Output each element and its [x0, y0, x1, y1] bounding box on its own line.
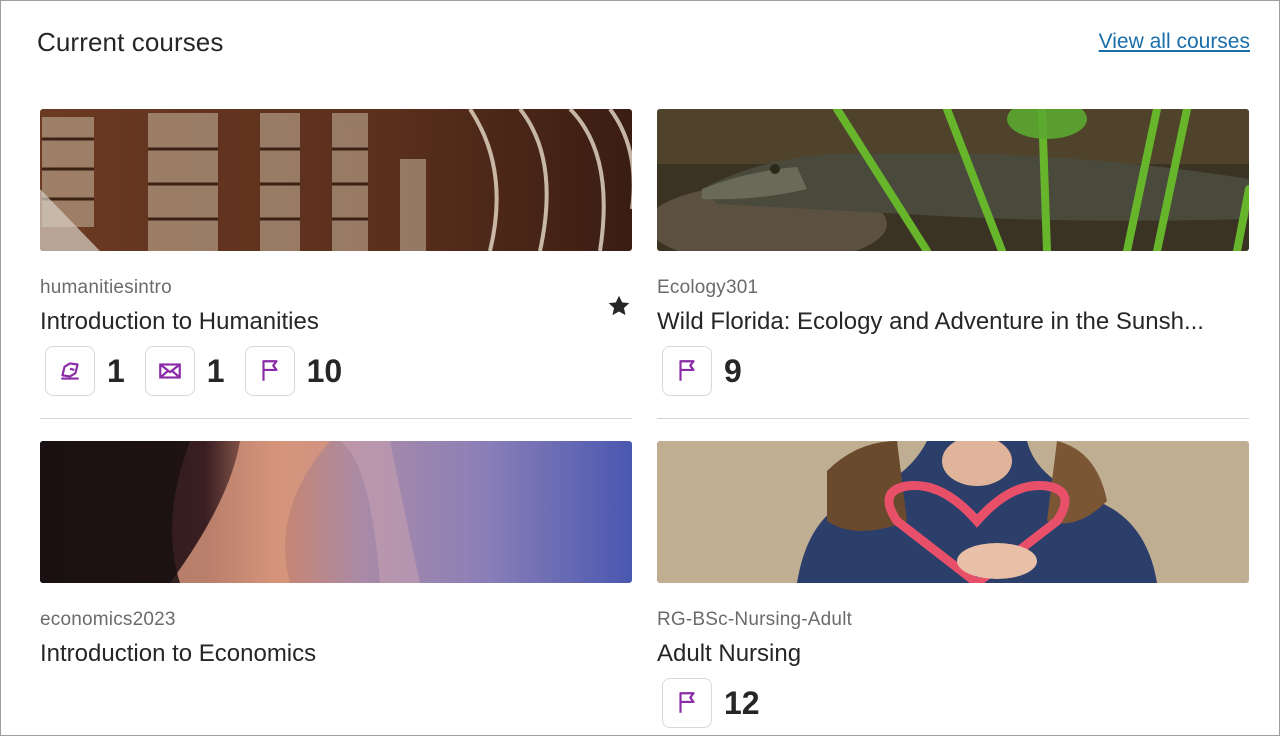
edit-assignment-icon: [45, 346, 95, 396]
course-image-heart[interactable]: [657, 441, 1249, 583]
stat-messages[interactable]: 1: [144, 346, 225, 396]
current-courses-panel: Current courses View all courses humanit…: [0, 0, 1280, 736]
stat-alerts[interactable]: 12: [662, 678, 760, 728]
course-stats: 9: [662, 346, 762, 396]
flag-icon: [662, 346, 712, 396]
section-title: Current courses: [37, 27, 224, 57]
divider: [657, 418, 1249, 419]
course-code: economics2023: [40, 609, 176, 630]
stat-count: 12: [724, 684, 760, 721]
course-code: humanitiesintro: [40, 277, 172, 298]
stat-count: 1: [206, 352, 225, 389]
course-title[interactable]: Introduction to Humanities: [40, 308, 632, 336]
course-title[interactable]: Adult Nursing: [657, 640, 1249, 668]
stat-alerts[interactable]: 10: [244, 346, 343, 396]
flag-icon: [244, 346, 295, 396]
course-stats: 12: [662, 678, 780, 728]
course-title[interactable]: Wild Florida: Ecology and Adventure in t…: [657, 308, 1249, 336]
stat-count: 10: [306, 352, 343, 389]
favorite-star-icon[interactable]: [606, 293, 632, 319]
stat-assignments[interactable]: 1: [45, 346, 125, 396]
course-code: Ecology301: [657, 277, 759, 298]
course-code: RG-BSc-Nursing-Adult: [657, 609, 853, 630]
course-stats: 1 1 10: [45, 346, 362, 396]
stat-alerts[interactable]: 9: [662, 346, 742, 396]
stat-count: 9: [724, 352, 742, 389]
view-all-courses-link[interactable]: View all courses: [1099, 30, 1250, 54]
stat-count: 1: [107, 352, 125, 389]
flag-icon: [662, 678, 712, 728]
envelope-icon: [144, 346, 195, 396]
course-image-library[interactable]: [40, 109, 632, 251]
divider: [40, 418, 632, 419]
course-title[interactable]: Introduction to Economics: [40, 640, 632, 668]
course-image-alligator[interactable]: [657, 109, 1249, 251]
course-image-canyon[interactable]: [40, 441, 632, 583]
